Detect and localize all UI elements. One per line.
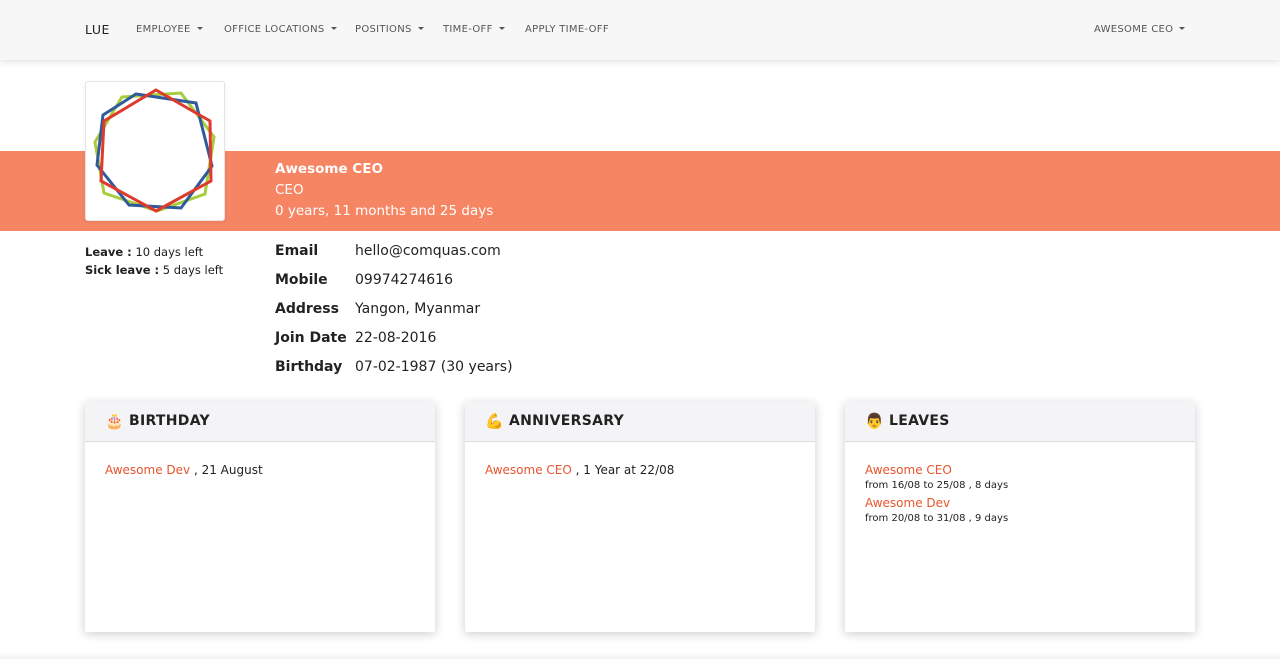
list-item: Awesome Dev , 21 August <box>105 463 415 477</box>
detail-value: Yangon, Myanmar <box>355 301 481 317</box>
nav-office-locations-label: OFFICE LOCATIONS <box>224 24 325 35</box>
employee-link[interactable]: Awesome Dev <box>865 496 1175 510</box>
card-body: Awesome CEO from 16/08 to 25/08 , 8 days… <box>845 442 1195 550</box>
detail-label: Mobile <box>275 272 328 288</box>
card-header: 👨 LEAVES <box>845 402 1195 442</box>
entry-text: , 1 Year at 22/08 <box>571 463 675 477</box>
card-title: LEAVES <box>889 413 950 429</box>
flexed-biceps-icon: 💪 <box>485 412 504 430</box>
leave-summary: Leave : 10 days left Sick leave : 5 days… <box>85 243 223 279</box>
nav-time-off-label: TIME-OFF <box>443 24 493 35</box>
nav-positions[interactable]: POSITIONS <box>355 24 424 35</box>
nav-time-off[interactable]: TIME-OFF <box>443 24 505 35</box>
chevron-down-icon <box>196 26 203 30</box>
leave-dates: from 16/08 to 25/08 , 8 days <box>865 480 1009 491</box>
anniversary-card: 💪 ANNIVERSARY Awesome CEO , 1 Year at 22… <box>465 402 815 632</box>
leave-balance: Leave : 10 days left <box>85 243 223 261</box>
leave-dates: from 20/08 to 31/08 , 9 days <box>865 513 1009 524</box>
nav-employee[interactable]: EMPLOYEE <box>136 24 203 35</box>
profile-role: CEO <box>275 182 304 198</box>
sick-leave-label: Sick leave : <box>85 263 160 277</box>
leave-value: 10 days left <box>135 245 204 259</box>
chevron-down-icon <box>417 26 424 30</box>
card-title: BIRTHDAY <box>129 413 210 429</box>
avatar-logo-icon <box>93 88 216 213</box>
card-body: Awesome CEO , 1 Year at 22/08 <box>465 442 815 498</box>
detail-value: 22-08-2016 <box>355 330 437 346</box>
card-header: 🎂 BIRTHDAY <box>85 402 435 442</box>
nav-apply-time-off-label: APPLY TIME-OFF <box>525 24 609 35</box>
nav-positions-label: POSITIONS <box>355 24 412 35</box>
list-item: Awesome Dev from 20/08 to 31/08 , 9 days <box>865 496 1175 524</box>
person-icon: 👨 <box>865 412 884 430</box>
leave-label: Leave : <box>85 245 132 259</box>
sick-leave-value: 5 days left <box>162 263 224 277</box>
detail-label: Address <box>275 301 339 317</box>
profile-tenure: 0 years, 11 months and 25 days <box>275 203 494 219</box>
detail-value: 09974274616 <box>355 272 453 288</box>
user-menu-label: AWESOME CEO <box>1094 24 1174 35</box>
card-body: Awesome Dev , 21 August <box>85 442 435 498</box>
avatar <box>85 81 225 221</box>
sick-leave-balance: Sick leave : 5 days left <box>85 261 223 279</box>
detail-label: Join Date <box>275 330 347 346</box>
chevron-down-icon <box>1179 26 1186 30</box>
list-item: Awesome CEO , 1 Year at 22/08 <box>485 463 795 477</box>
leaves-card: 👨 LEAVES Awesome CEO from 16/08 to 25/08… <box>845 402 1195 632</box>
card-header: 💪 ANNIVERSARY <box>465 402 815 442</box>
profile-name: Awesome CEO <box>275 161 383 177</box>
detail-value: 07-02-1987 (30 years) <box>355 359 513 375</box>
birthday-card: 🎂 BIRTHDAY Awesome Dev , 21 August <box>85 402 435 632</box>
detail-value: hello@comquas.com <box>355 243 501 259</box>
user-menu[interactable]: AWESOME CEO <box>1094 24 1186 35</box>
nav-office-locations[interactable]: OFFICE LOCATIONS <box>224 24 337 35</box>
brand-logo[interactable]: LUE <box>85 22 110 37</box>
detail-label: Birthday <box>275 359 343 375</box>
nav-apply-time-off[interactable]: APPLY TIME-OFF <box>525 24 609 35</box>
card-title: ANNIVERSARY <box>509 413 625 429</box>
employee-link[interactable]: Awesome CEO <box>485 463 572 477</box>
employee-link[interactable]: Awesome Dev <box>105 463 190 477</box>
detail-label: Email <box>275 243 319 259</box>
chevron-down-icon <box>330 26 337 30</box>
chevron-down-icon <box>498 26 505 30</box>
nav-employee-label: EMPLOYEE <box>136 24 191 35</box>
footer-divider <box>0 652 1280 659</box>
employee-link[interactable]: Awesome CEO <box>865 463 1175 477</box>
list-item: Awesome CEO from 16/08 to 25/08 , 8 days <box>865 463 1175 491</box>
entry-text: , 21 August <box>190 463 263 477</box>
birthday-cake-icon: 🎂 <box>105 412 124 430</box>
top-navbar: LUE EMPLOYEE OFFICE LOCATIONS POSITIONS … <box>0 0 1280 60</box>
